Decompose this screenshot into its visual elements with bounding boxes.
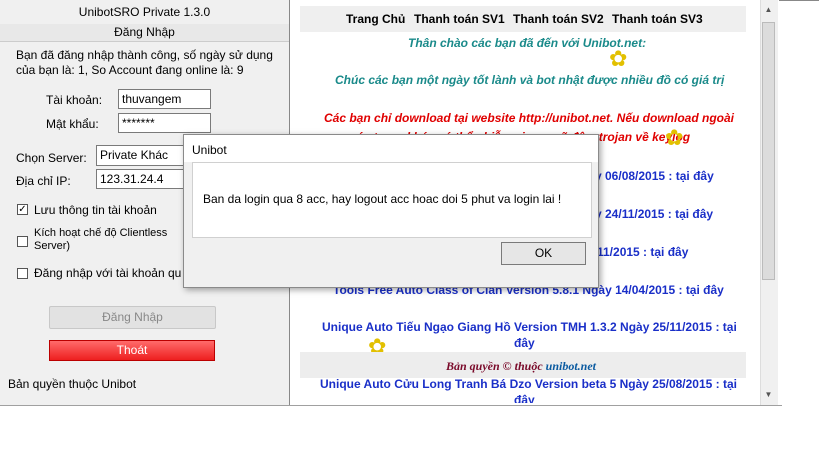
download-item-2-date: y 24/11/2015 : [595,207,676,221]
scroll-down-arrow[interactable]: ▼ [762,387,775,403]
download-link-3[interactable]: tại đây [650,245,688,259]
download-item-5: Unique Auto Tiếu Ngạo Giang Hồ Version T… [322,320,737,334]
warning-text-1: Các bạn chỉ download tại website http://… [324,111,734,125]
dialog-message: Ban da login qua 8 acc, hay logout acc h… [203,192,562,206]
password-input[interactable] [118,113,211,133]
ok-button[interactable]: OK [501,242,586,265]
download-item-2-tail: y 24/11/2015 : tại đây [595,207,713,221]
username-input[interactable] [118,89,211,109]
dialog-body: Ban da login qua 8 acc, hay logout acc h… [192,162,592,238]
clientless-label-line2: Server) [34,240,71,252]
login-other-checkbox[interactable] [17,268,28,279]
status-line-2: của bạn là: 1, So Account đang online là… [16,63,244,77]
server-select-value: Private Khác [100,148,169,162]
password-label: Mật khẩu: [46,117,99,131]
download-link-1[interactable]: tại đây [676,169,714,183]
dialog-titlebar[interactable]: Unibot [184,135,598,162]
download-item-6: Unique Auto Cửu Long Tranh Bá Dzo Versio… [320,377,737,391]
clientless-label-line1: Kích hoạt chế độ Clientless [34,227,168,239]
window-bottom-border [0,405,782,406]
wish-text: Chúc các bạn một ngày tốt lành và bot nh… [335,73,725,87]
nav-payment-sv3[interactable]: Thanh toán SV3 [612,12,703,26]
download-item-1-date: y 06/08/2015 : [595,169,676,183]
login-other-label: Đăng nhập với tài khoản qu [34,266,182,280]
message-dialog: Unibot Ban da login qua 8 acc, hay logou… [183,134,599,288]
save-account-checkbox[interactable]: ✓ [17,204,28,215]
flower-icon: ✿ [609,46,628,71]
download-item-3-tail: 11/2015 : tại đây [597,245,688,259]
nav-payment-sv1[interactable]: Thanh toán SV1 [414,12,505,26]
ip-label: Địa chỉ IP: [16,174,71,188]
flower-icon: ✿ [665,125,684,150]
logout-button[interactable]: Thoát [49,340,215,361]
status-line-1: Bạn đã đăng nhập thành công, số ngày sử … [16,48,273,62]
footer-prefix: Bản quyền © thuộc [446,359,546,373]
app-title: UnibotSRO Private 1.3.0 [78,5,211,19]
nav-home[interactable]: Trang Chủ [346,12,405,26]
scrollbar-thumb[interactable] [762,22,775,280]
download-link-2[interactable]: tại đây [675,207,713,221]
dialog-title: Unibot [192,143,227,157]
download-link-6[interactable]: đây [514,393,535,403]
clientless-checkbox[interactable] [17,236,28,247]
footer-copyright: Bản quyền © thuộc unibot.net [446,359,596,374]
login-header: Đăng Nhập [0,24,289,42]
username-label: Tài khoản: [46,93,103,107]
nav-payment-sv2[interactable]: Thanh toán SV2 [513,12,604,26]
login-button[interactable]: Đăng Nhập [49,306,216,329]
download-link-4[interactable]: tại đây [686,283,724,297]
scroll-up-arrow[interactable]: ▲ [762,2,775,18]
server-label: Chọn Server: [16,151,87,165]
download-item-3-date: 11/2015 : [597,245,651,259]
footer-brand[interactable]: unibot.net [546,359,596,373]
download-item-1-tail: y 06/08/2015 : tại đây [595,169,714,183]
copyright-text: Bản quyền thuộc Unibot [8,377,137,391]
download-link-5[interactable]: đây [514,336,535,350]
save-account-label: Lưu thông tin tài khoản [34,203,157,217]
